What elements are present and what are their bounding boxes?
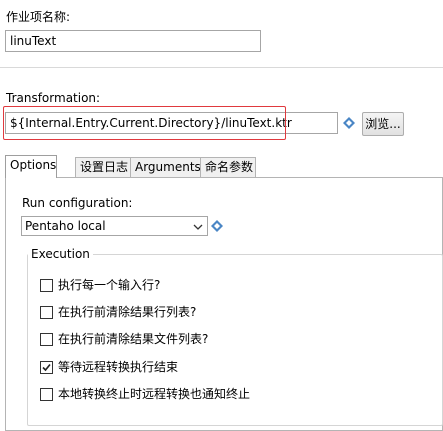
- tab-strip: Options 设置日志 Arguments 命名参数: [5, 155, 443, 179]
- job-name-input[interactable]: linuText: [5, 30, 261, 52]
- tab-arguments[interactable]: Arguments: [130, 157, 201, 177]
- checkbox[interactable]: [40, 332, 53, 346]
- divider: [0, 67, 443, 68]
- checkbox[interactable]: [40, 387, 53, 401]
- checkbox-row[interactable]: 本地转换终止时远程转换也通知终止: [40, 386, 250, 402]
- tab-logging[interactable]: 设置日志: [75, 157, 131, 177]
- job-name-label: 作业项名称:: [6, 10, 71, 24]
- checkbox-row[interactable]: 在执行前清除结果行列表?: [40, 304, 196, 320]
- chevron-down-icon: [192, 220, 204, 232]
- checkbox[interactable]: [40, 305, 53, 319]
- tab-options[interactable]: Options: [5, 155, 57, 178]
- tab-named-parameters[interactable]: 命名参数: [200, 157, 256, 177]
- checkbox[interactable]: [40, 278, 53, 292]
- diamond-variable-icon[interactable]: [211, 220, 223, 232]
- run-config-value: Pentaho local: [25, 219, 106, 233]
- checkbox-label: 执行每一个输入行?: [58, 278, 161, 292]
- checkbox-label: 等待远程转换执行结束: [58, 360, 179, 374]
- highlight-annotation-box: [3, 106, 286, 140]
- checkbox-label: 本地转换终止时远程转换也通知终止: [58, 387, 251, 401]
- checkbox-checked[interactable]: [40, 360, 53, 374]
- checkbox-label: 在执行前清除结果行列表?: [58, 305, 197, 319]
- checkbox-row[interactable]: 在执行前清除结果文件列表?: [40, 331, 208, 347]
- browse-button[interactable]: 浏览...: [362, 112, 404, 136]
- checkbox-row[interactable]: 执行每一个输入行?: [40, 277, 160, 293]
- checkmark-icon: [42, 363, 51, 371]
- run-config-label: Run configuration:: [22, 196, 133, 210]
- transformation-label: Transformation:: [6, 91, 101, 105]
- run-config-select[interactable]: Pentaho local: [21, 216, 208, 236]
- diamond-variable-icon[interactable]: [343, 117, 355, 129]
- checkbox-row[interactable]: 等待远程转换执行结束: [40, 359, 178, 375]
- checkbox-label: 在执行前清除结果文件列表?: [58, 332, 209, 346]
- execution-group-title: Execution: [28, 247, 93, 261]
